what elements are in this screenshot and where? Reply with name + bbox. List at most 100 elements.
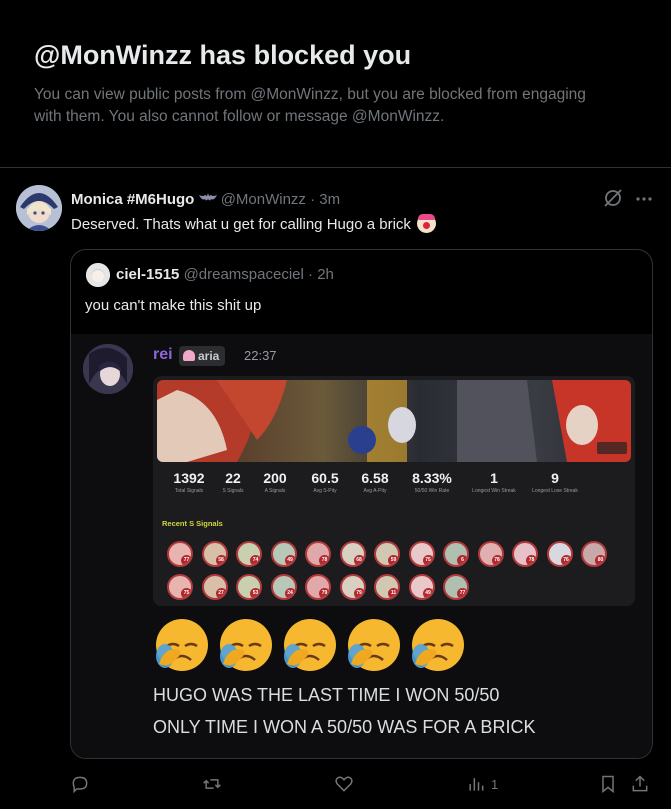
quote-time[interactable]: 2h (317, 266, 334, 283)
pity-count: 24 (284, 588, 295, 598)
attached-image[interactable]: rei aria 22:37 1392 Total Signals 22 S S… (71, 334, 652, 758)
face-holding-back-tears-icon (281, 616, 339, 674)
character-icon: 59 (374, 541, 400, 567)
grok-icon[interactable] (602, 187, 624, 209)
pity-count: 27 (215, 588, 226, 598)
character-icon: 68 (339, 541, 366, 567)
pity-count: 80 (595, 555, 605, 565)
pity-count: 59 (388, 555, 398, 565)
discord-tag-label: aria (198, 349, 220, 363)
avatar[interactable] (16, 185, 62, 231)
discord-username: rei (153, 346, 173, 363)
more-icon[interactable] (633, 188, 655, 210)
character-icon: 75 (408, 541, 435, 567)
bookmark-icon (602, 775, 614, 794)
pity-count: 77 (457, 588, 467, 598)
card-banner-art (157, 380, 631, 462)
message-line-2: ONLY TIME I WON A 50/50 WAS FOR A BRICK (153, 717, 536, 737)
views-button[interactable]: 1 (466, 770, 498, 798)
character-icon: 75 (167, 574, 193, 600)
stat-value: 1 (490, 470, 498, 486)
pity-count: 58 (215, 555, 226, 565)
stat-item: 8.33% 50/50 Win Rate (402, 470, 462, 494)
character-icon: 58 (201, 541, 228, 567)
repost-icon (203, 779, 221, 789)
blocked-notice: @MonWinzz has blocked you You can view p… (0, 0, 671, 168)
face-holding-back-tears-icon (153, 616, 211, 674)
repost-button[interactable] (202, 770, 222, 798)
quote-text: you can't make this shit up (85, 297, 262, 314)
reply-icon (72, 776, 88, 794)
views-count: 1 (491, 776, 499, 792)
character-icon: 78 (512, 541, 538, 567)
tweet-text-body: Deserved. Thats what u get for calling H… (71, 216, 416, 233)
stat-label: Longest Win Streak (472, 488, 516, 494)
character-icon: 53 (236, 574, 262, 600)
views-icon (469, 778, 484, 791)
pity-count: 6 (457, 555, 467, 565)
pity-count: 75 (422, 555, 433, 565)
pity-count: 78 (319, 555, 329, 565)
character-icon: 80 (581, 541, 607, 567)
pity-count: 49 (284, 555, 295, 565)
tweet-time[interactable]: 3m (319, 191, 340, 208)
stat-value: 9 (551, 470, 559, 486)
character-icon: 49 (408, 574, 435, 600)
stat-item: 1 Longest Win Streak (464, 470, 524, 494)
quote-author-handle[interactable]: @dreamspaceciel (184, 266, 304, 283)
character-icon: 79 (339, 574, 366, 600)
face-holding-back-tears-icon (345, 616, 403, 674)
discord-time: 22:37 (244, 348, 277, 363)
quote-avatar[interactable] (86, 263, 110, 287)
character-icon: 74 (236, 541, 262, 567)
blocked-title: @MonWinzz has blocked you (34, 40, 412, 70)
emoji-row (153, 616, 483, 678)
separator: · (303, 266, 318, 283)
character-icon: 24 (270, 574, 297, 600)
pity-count: 78 (491, 555, 502, 565)
character-icon: 11 (374, 574, 400, 600)
stat-item: 6.58 Avg A-Pity (345, 470, 405, 494)
share-button[interactable] (630, 770, 650, 798)
stat-label: Longest Lose Streak (532, 488, 578, 494)
quoted-tweet[interactable]: ciel-1515 @dreamspaceciel · 2h you can't… (70, 249, 653, 759)
character-icon: 79 (305, 574, 331, 600)
character-icon: 27 (201, 574, 228, 600)
character-icon: 78 (305, 541, 331, 567)
pity-count: 74 (250, 555, 260, 565)
stat-value: 6.58 (361, 470, 389, 486)
pity-count: 76 (560, 555, 571, 565)
like-button[interactable] (334, 770, 354, 798)
face-holding-back-tears-icon (217, 616, 275, 674)
gacha-stats-card: 1392 Total Signals 22 S Signals 200 A Signals… (153, 376, 635, 606)
character-icon: 49 (270, 541, 297, 567)
heart-icon (183, 350, 195, 361)
clown-emoji-icon (417, 214, 437, 233)
author-name[interactable]: Monica #M6Hugo (71, 191, 194, 208)
pity-count: 11 (388, 588, 398, 598)
author-handle[interactable]: @MonWinzz (221, 191, 306, 208)
character-icon: 6 (443, 541, 469, 567)
pity-count: 79 (319, 588, 329, 598)
stat-label: 50/50 Win Rate (414, 488, 450, 494)
pity-count: 78 (526, 555, 536, 565)
bookmark-button[interactable] (598, 770, 618, 798)
reply-button[interactable] (70, 770, 90, 798)
discord-tag: aria (179, 346, 226, 366)
quote-author-name[interactable]: ciel-1515 (116, 266, 179, 283)
stat-item: 9 Longest Lose Streak (525, 470, 585, 494)
character-icon: 77 (443, 574, 469, 600)
discord-avatar (83, 344, 133, 394)
tweet-header: Monica #M6Hugo @MonWinzz · 3m (71, 190, 340, 208)
separator: · (305, 191, 320, 208)
message-line-1: HUGO WAS THE LAST TIME I WON 50/50 (153, 685, 500, 705)
share-icon (632, 775, 648, 792)
stat-label: Avg A-Pity (363, 488, 387, 494)
pity-count: 77 (181, 555, 191, 565)
pity-count: 53 (250, 588, 260, 598)
quote-header: ciel-1515 @dreamspaceciel · 2h (116, 266, 334, 283)
blocked-description: You can view public posts from @MonWinzz… (34, 86, 586, 125)
pity-count: 68 (353, 555, 364, 565)
character-icon: 77 (167, 541, 193, 567)
stat-value: 8.33% (412, 470, 452, 486)
